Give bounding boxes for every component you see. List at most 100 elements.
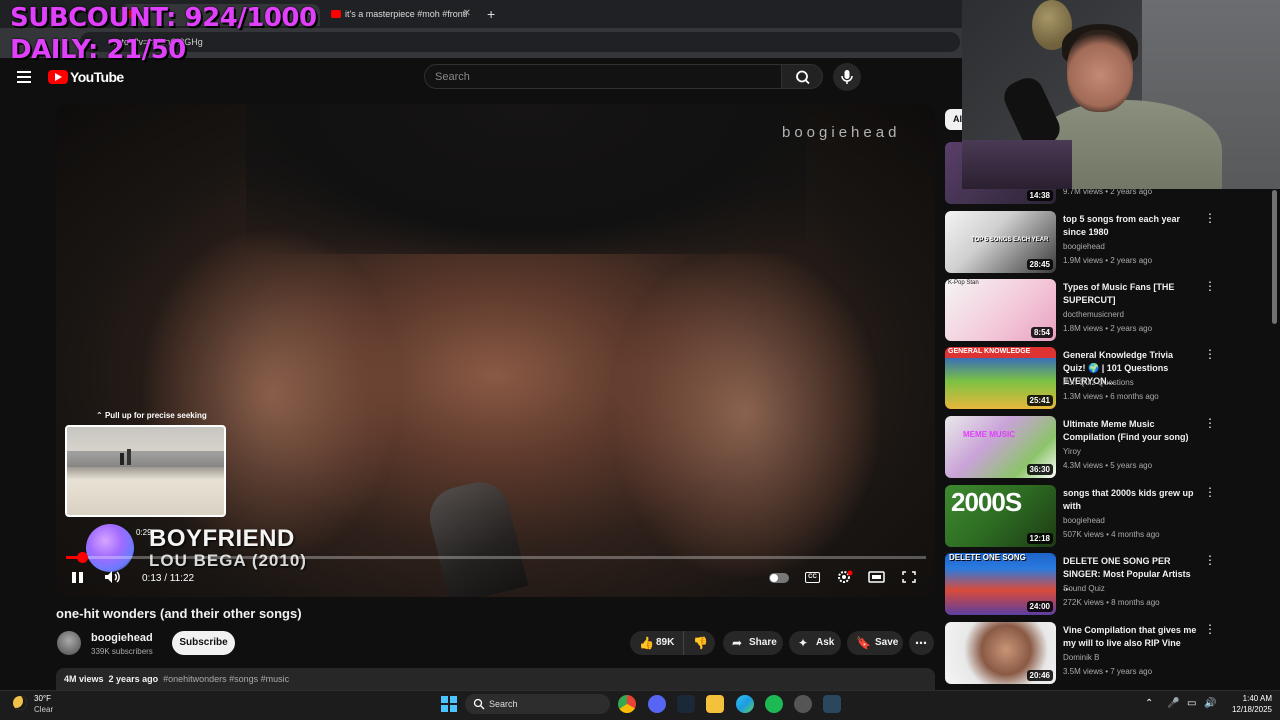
voice-search-button[interactable] xyxy=(833,63,861,91)
more-options-icon[interactable]: ⋮ xyxy=(1204,280,1216,292)
video-title: Vine Compilation that gives me my will t… xyxy=(1063,625,1197,648)
duration-badge: 20:46 xyxy=(1026,670,1053,681)
seek-preview-thumbnail xyxy=(65,425,226,517)
settings-button[interactable] xyxy=(836,570,854,584)
song-title-overlay: BOYFRIEND xyxy=(149,525,295,552)
microphone-tray-icon[interactable]: 🎤 xyxy=(1167,698,1179,709)
like-button[interactable]: 👍 89K xyxy=(630,631,683,655)
ask-button[interactable]: ✦ Ask xyxy=(789,631,841,655)
chevron-up-icon[interactable]: ⌃ xyxy=(1145,698,1153,709)
recommended-video[interactable]: K-Pop Stan 8:54 Types of Music Fans [THE… xyxy=(945,279,1275,343)
new-tab-button[interactable]: + xyxy=(487,6,495,22)
video-thumbnail[interactable]: TOP 5 SONGS EACH YEAR 28:45 xyxy=(945,211,1056,273)
channel-avatar[interactable] xyxy=(57,631,81,655)
video-thumbnail[interactable]: 2000S 12:18 xyxy=(945,485,1056,547)
channel-name[interactable]: Yiroy xyxy=(1063,447,1081,456)
video-thumbnail[interactable]: DELETE ONE SONG 24:00 xyxy=(945,553,1056,615)
video-thumbnail[interactable]: MEME MUSIC 36:30 xyxy=(945,416,1056,478)
share-label: Share xyxy=(749,637,777,648)
clock-time: 1:40 AM xyxy=(1242,694,1272,703)
recommended-video[interactable]: 2000S 12:18 songs that 2000s kids grew u… xyxy=(945,485,1275,549)
close-tab-icon[interactable]: ✕ xyxy=(463,8,471,19)
more-options-icon[interactable]: ⋮ xyxy=(1204,554,1216,566)
spotify-icon[interactable] xyxy=(765,695,783,713)
video-thumbnail[interactable]: GENERAL KNOWLEDGE 25:41 xyxy=(945,347,1056,409)
channel-name[interactable]: Fun Quiz Questions xyxy=(1063,378,1134,387)
search-icon xyxy=(796,70,810,85)
description-box[interactable]: 4M views 2 years ago #onehitwonders #son… xyxy=(56,668,935,690)
edge-icon[interactable] xyxy=(736,695,754,713)
recommended-video[interactable]: DELETE ONE SONG 24:00 DELETE ONE SONG PE… xyxy=(945,553,1275,617)
channel-name[interactable]: Sound Quiz xyxy=(1063,584,1105,593)
duration-badge: 25:41 xyxy=(1026,395,1053,406)
duration-badge: 8:54 xyxy=(1030,327,1053,338)
chrome-icon[interactable] xyxy=(618,695,636,713)
dislike-button[interactable]: 👎 xyxy=(683,631,715,655)
more-options-icon[interactable]: ⋮ xyxy=(1204,623,1216,635)
discord-icon[interactable] xyxy=(648,695,666,713)
sparkle-icon: ✦ xyxy=(798,636,809,650)
thumbs-up-icon: 👍 xyxy=(639,636,654,650)
more-options-icon[interactable]: ⋮ xyxy=(1204,486,1216,498)
hashtags[interactable]: #onehitwonders #songs #music xyxy=(163,674,289,684)
recommended-video[interactable]: TOP 5 SONGS EACH YEAR 28:45 top 5 songs … xyxy=(945,211,1275,275)
search-input[interactable]: Search xyxy=(424,64,782,89)
channel-name[interactable]: docthemusicnerd xyxy=(1063,310,1124,319)
menu-icon[interactable] xyxy=(17,71,31,83)
duration-badge: 24:00 xyxy=(1026,601,1053,612)
channel-name[interactable]: Dominik B xyxy=(1063,653,1099,662)
ask-label: Ask xyxy=(816,637,835,648)
windows-taskbar xyxy=(0,690,1280,720)
channel-name[interactable]: boogiehead xyxy=(91,632,153,644)
channel-name[interactable]: boogiehead xyxy=(1063,516,1105,525)
weather-condition[interactable]: Clear xyxy=(34,705,53,714)
volume-button[interactable] xyxy=(104,570,122,584)
more-options-icon[interactable]: ⋮ xyxy=(1204,417,1216,429)
youtube-wordmark[interactable]: YouTube xyxy=(70,69,124,85)
progress-bar[interactable] xyxy=(66,552,926,563)
recommended-video[interactable]: GENERAL KNOWLEDGE 25:41 General Knowledg… xyxy=(945,347,1275,411)
display-tray-icon[interactable]: ▭ xyxy=(1187,698,1196,709)
weather-temperature[interactable]: 30°F xyxy=(34,694,51,703)
volume-tray-icon[interactable]: 🔊 xyxy=(1204,698,1216,709)
duration-badge: 12:18 xyxy=(1026,533,1053,544)
video-player[interactable]: boogiehead ⌃ Pull up for precise seeking… xyxy=(56,104,935,597)
fullscreen-button[interactable] xyxy=(900,570,918,584)
recommended-video[interactable]: MEME MUSIC 36:30 Ultimate Meme Music Com… xyxy=(945,416,1275,480)
file-explorer-icon[interactable] xyxy=(706,695,724,713)
pause-button[interactable] xyxy=(71,570,85,584)
video-title: songs that 2000s kids grew up with xyxy=(1063,488,1194,511)
more-actions-button[interactable]: ⋯ xyxy=(909,631,934,655)
volume-icon xyxy=(105,571,120,583)
browser-tab[interactable]: it's a masterpiece #moh #frontl ✕ xyxy=(327,4,477,26)
steam-icon[interactable] xyxy=(677,695,695,713)
share-button[interactable]: ➦ Share xyxy=(723,631,783,655)
duration-badge: 36:30 xyxy=(1026,464,1053,475)
video-thumbnail[interactable]: K-Pop Stan 8:54 xyxy=(945,279,1056,341)
taskbar-clock[interactable]: 1:40 AM 12/18/2025 xyxy=(1220,693,1272,715)
subtitles-button[interactable]: CC xyxy=(805,572,820,583)
channel-name[interactable]: boogiehead xyxy=(1063,242,1105,251)
video-stats: 507K views • 4 months ago xyxy=(1063,530,1160,539)
settings-app-icon[interactable] xyxy=(794,695,812,713)
search-button[interactable] xyxy=(781,64,823,89)
start-button[interactable] xyxy=(441,696,457,712)
seek-hint: ⌃ Pull up for precise seeking xyxy=(96,411,207,420)
thumbs-down-icon: 👎 xyxy=(693,636,708,650)
save-button[interactable]: 🔖 Save xyxy=(847,631,903,655)
moon-weather-icon[interactable] xyxy=(13,696,27,710)
save-label: Save xyxy=(875,637,899,648)
sidebar-scrollbar[interactable] xyxy=(1272,190,1277,324)
video-thumbnail[interactable]: 20:46 xyxy=(945,622,1056,684)
recommended-video[interactable]: 20:46 Vine Compilation that gives me my … xyxy=(945,622,1275,686)
subscribe-button[interactable]: Subscribe xyxy=(172,631,235,655)
more-options-icon[interactable]: ⋮ xyxy=(1204,348,1216,360)
steam-app-icon[interactable] xyxy=(823,695,841,713)
clock-date: 12/18/2025 xyxy=(1231,705,1272,714)
theater-mode-button[interactable] xyxy=(868,570,886,584)
taskbar-search[interactable]: Search xyxy=(465,694,610,714)
more-options-icon[interactable]: ⋮ xyxy=(1204,212,1216,224)
youtube-logo-icon[interactable] xyxy=(48,70,68,84)
daily-count-text: DAILY: 21/50 xyxy=(10,35,186,65)
autoplay-toggle[interactable] xyxy=(769,573,789,583)
